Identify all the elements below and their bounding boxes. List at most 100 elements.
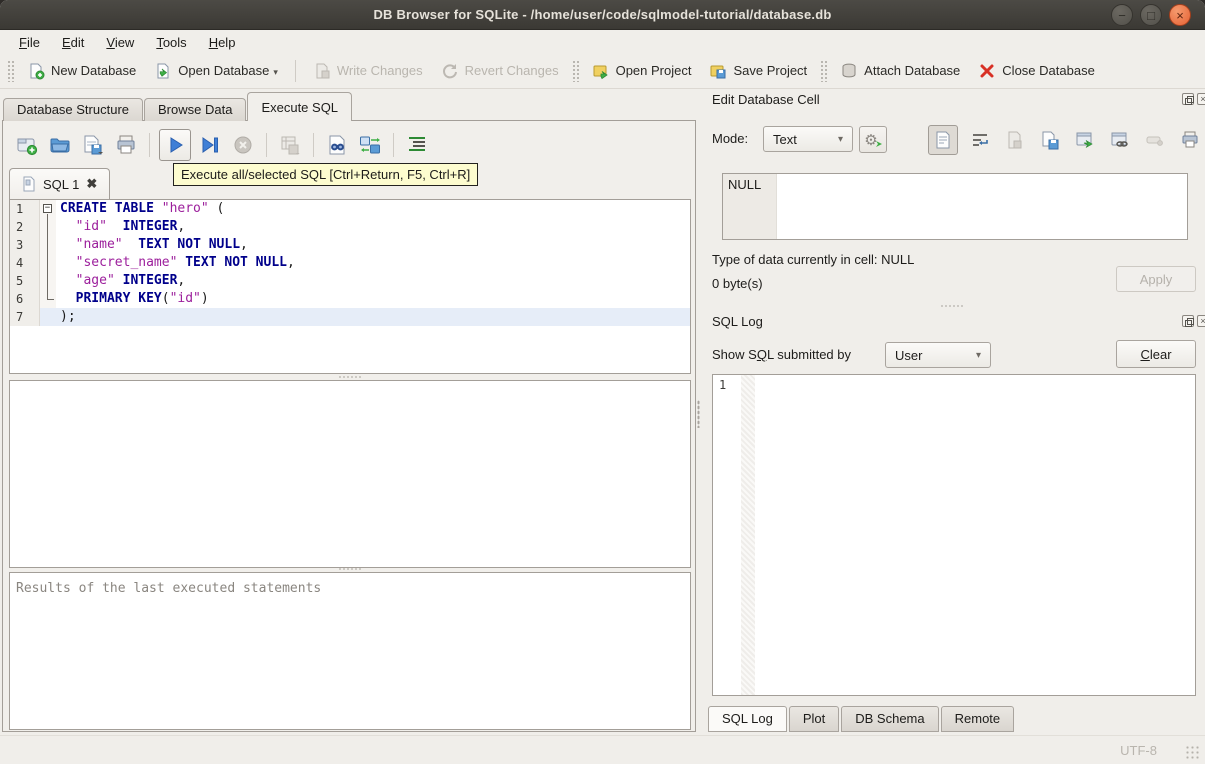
toolbar-separator bbox=[149, 133, 150, 157]
splitter-cell-log[interactable] bbox=[940, 305, 964, 307]
execute-all-button[interactable] bbox=[159, 129, 191, 161]
toolbar-drag-handle[interactable] bbox=[571, 59, 579, 82]
results-message-area: Results of the last executed statements bbox=[9, 572, 691, 730]
close-database-button[interactable]: Close Database bbox=[969, 57, 1104, 85]
sql-log-title: SQL Log bbox=[712, 314, 763, 329]
print-sql-button[interactable] bbox=[112, 131, 140, 159]
editor-line[interactable]: 7); bbox=[10, 308, 690, 326]
editor-line[interactable]: 1− CREATE TABLE "hero" ( bbox=[10, 200, 690, 218]
close-panel-icon[interactable]: × bbox=[1197, 93, 1205, 105]
fold-margin bbox=[40, 218, 56, 236]
toolbar-drag-handle[interactable] bbox=[7, 59, 14, 82]
execute-line-button[interactable] bbox=[196, 131, 224, 159]
open-database-button[interactable]: Open Database ▾ bbox=[145, 57, 287, 85]
side-panel: Edit Database Cell × Mode: Text ▾ ⚙ NULL… bbox=[700, 89, 1205, 735]
results-grid[interactable] bbox=[9, 380, 691, 568]
find-icon bbox=[329, 135, 345, 155]
menu-file[interactable]: File bbox=[10, 33, 49, 52]
find-button[interactable] bbox=[323, 131, 351, 159]
word-wrap-button[interactable] bbox=[967, 127, 993, 153]
tab-browse-data[interactable]: Browse Data bbox=[144, 98, 247, 121]
float-panel-icon[interactable] bbox=[1182, 315, 1194, 327]
tab-database-structure[interactable]: Database Structure bbox=[3, 98, 144, 121]
log-line-number: 1 bbox=[719, 378, 727, 392]
tab-execute-sql[interactable]: Execute SQL bbox=[247, 92, 353, 121]
maximize-button[interactable]: □ bbox=[1140, 4, 1162, 26]
export-cell-button[interactable] bbox=[1037, 127, 1063, 153]
tab-db-schema[interactable]: DB Schema bbox=[841, 706, 939, 732]
open-database-menu-caret[interactable]: ▾ bbox=[273, 67, 278, 80]
clear-log-button[interactable]: Clear bbox=[1116, 340, 1196, 368]
cell-value-editor[interactable]: NULL bbox=[722, 173, 1188, 240]
toolbar-drag-handle[interactable] bbox=[820, 59, 828, 82]
sql1-tab[interactable]: SQL 1 ✖ bbox=[9, 168, 111, 199]
text-mode-button[interactable] bbox=[928, 125, 958, 155]
open-project-icon bbox=[593, 65, 608, 79]
write-changes-button: Write Changes bbox=[304, 57, 432, 85]
fold-margin bbox=[40, 308, 56, 326]
sql-file-icon bbox=[23, 176, 35, 192]
fold-marker-icon[interactable]: − bbox=[40, 200, 56, 218]
title-bar: DB Browser for SQLite - /home/user/code/… bbox=[0, 0, 1205, 30]
set-null-button bbox=[1142, 127, 1168, 153]
editor-line[interactable]: 6 PRIMARY KEY("id") bbox=[10, 290, 690, 308]
close-icon: × bbox=[1176, 7, 1184, 23]
open-in-external-button[interactable] bbox=[1072, 127, 1098, 153]
open-sql-tab-button[interactable] bbox=[13, 131, 41, 159]
minimize-button[interactable]: − bbox=[1111, 4, 1133, 26]
write-changes-icon bbox=[316, 63, 330, 78]
log-filter-select[interactable]: User ▾ bbox=[885, 342, 991, 368]
encoding-indicator[interactable]: UTF-8 bbox=[1120, 743, 1157, 758]
print-cell-button[interactable] bbox=[1177, 127, 1203, 153]
replace-button[interactable] bbox=[356, 131, 384, 159]
editor-line[interactable]: 4 "secret_name" TEXT NOT NULL, bbox=[10, 254, 690, 272]
save-file-icon bbox=[84, 135, 103, 155]
sql-editor-toolbar bbox=[13, 127, 431, 163]
open-database-icon bbox=[157, 63, 169, 78]
format-sql-button[interactable] bbox=[403, 131, 431, 159]
toolbar-separator bbox=[294, 59, 296, 82]
text-document-icon bbox=[936, 131, 950, 149]
editor-line[interactable]: 5 "age" INTEGER, bbox=[10, 272, 690, 290]
fold-margin bbox=[40, 272, 56, 290]
stop-icon bbox=[234, 136, 252, 154]
cell-value: NULL bbox=[728, 177, 762, 192]
open-external-icon bbox=[1076, 132, 1093, 148]
sql-editor[interactable]: 1− CREATE TABLE "hero" (2 "id" INTEGER, 3 … bbox=[9, 199, 691, 374]
editor-line[interactable]: 3 "name" TEXT NOT NULL, bbox=[10, 236, 690, 254]
tab-plot[interactable]: Plot bbox=[788, 706, 840, 732]
sql1-tab-close-icon[interactable]: ✖ bbox=[86, 176, 97, 192]
editor-line[interactable]: 2 "id" INTEGER, bbox=[10, 218, 690, 236]
menu-edit[interactable]: Edit bbox=[53, 33, 93, 52]
link-data-button[interactable] bbox=[1107, 127, 1133, 153]
cell-size-info: 0 byte(s) bbox=[712, 276, 763, 291]
mode-select[interactable]: Text ▾ bbox=[763, 126, 853, 152]
menu-tools[interactable]: Tools bbox=[147, 33, 195, 52]
save-project-button[interactable]: Save Project bbox=[700, 57, 816, 85]
tab-sql-log[interactable]: SQL Log bbox=[708, 706, 787, 732]
resize-grip[interactable] bbox=[1185, 745, 1199, 759]
import-cell-button bbox=[1002, 127, 1028, 153]
sql-log-view[interactable]: 1 bbox=[712, 374, 1196, 696]
close-button[interactable]: × bbox=[1169, 4, 1191, 26]
new-database-icon bbox=[30, 63, 45, 79]
attach-database-button[interactable]: Attach Database bbox=[831, 57, 969, 85]
menu-view[interactable]: View bbox=[97, 33, 143, 52]
apply-button: Apply bbox=[1116, 266, 1196, 292]
import-icon bbox=[1008, 131, 1022, 149]
cell-type-info: Type of data currently in cell: NULL bbox=[712, 252, 915, 267]
open-project-button[interactable]: Open Project bbox=[583, 57, 701, 85]
format-sql-icon bbox=[409, 137, 425, 151]
close-panel-icon[interactable]: × bbox=[1197, 315, 1205, 327]
print-icon bbox=[117, 135, 135, 154]
tab-remote[interactable]: Remote bbox=[940, 706, 1015, 732]
save-sql-file-button[interactable] bbox=[79, 131, 107, 159]
float-panel-icon[interactable] bbox=[1182, 93, 1194, 105]
log-filter-label: Show SQL submitted by bbox=[712, 347, 851, 362]
new-database-button[interactable]: New Database bbox=[18, 57, 145, 85]
open-sql-file-button[interactable] bbox=[46, 131, 74, 159]
menu-help[interactable]: Help bbox=[200, 33, 245, 52]
side-panel-tab-bar: SQL Log Plot DB Schema Remote bbox=[708, 706, 1016, 732]
cell-settings-button[interactable]: ⚙ bbox=[859, 126, 887, 153]
attach-database-icon bbox=[842, 63, 856, 77]
